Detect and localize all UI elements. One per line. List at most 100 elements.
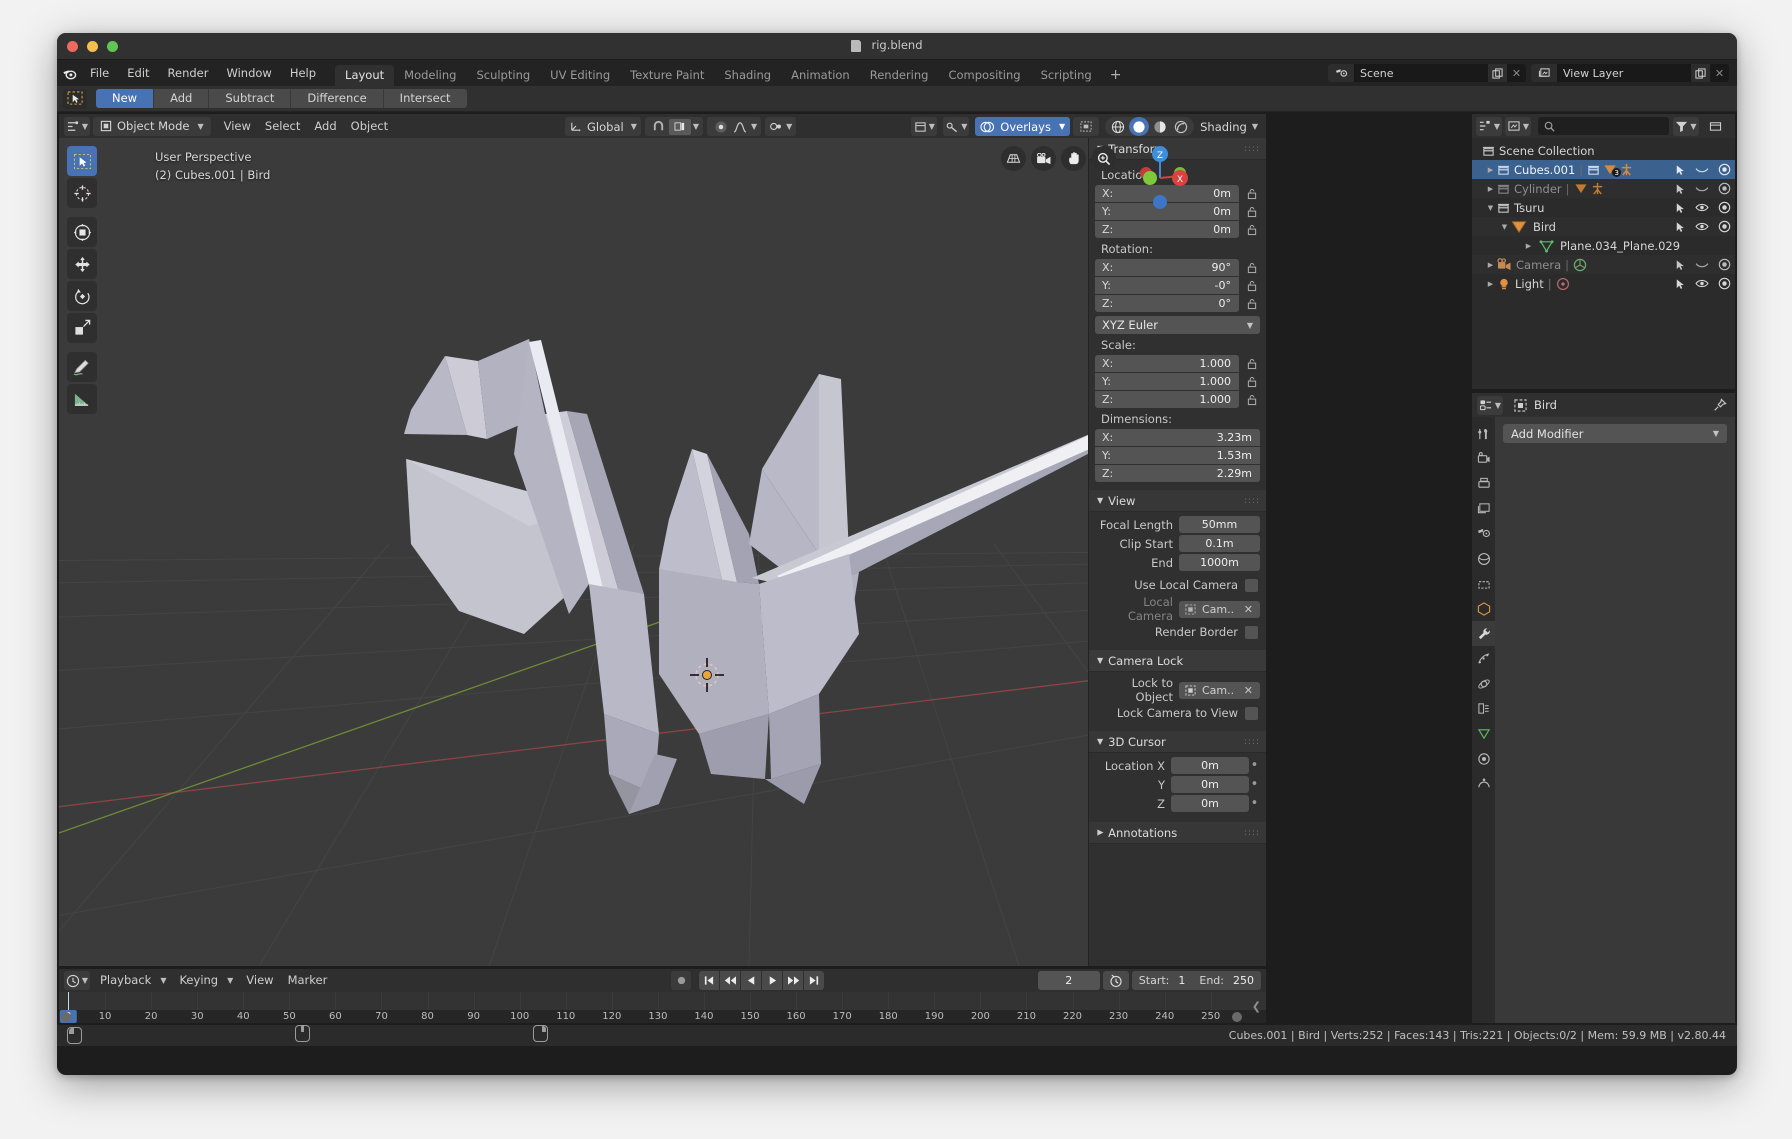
rotate-tool[interactable] bbox=[67, 281, 97, 311]
constraints-tab[interactable] bbox=[1472, 696, 1495, 721]
shading-wireframe-icon[interactable] bbox=[1108, 117, 1128, 136]
jump-to-prev-keyframe-icon[interactable] bbox=[720, 971, 740, 990]
lock-scale-x-icon[interactable] bbox=[1243, 355, 1260, 372]
data-tab[interactable] bbox=[1472, 721, 1495, 746]
drag-handle-icon[interactable]: :::: bbox=[1244, 144, 1260, 154]
snap-to-increment-icon[interactable] bbox=[668, 118, 691, 135]
clear-local-camera-icon[interactable]: ✕ bbox=[1244, 603, 1256, 616]
selectable-icon[interactable] bbox=[1674, 221, 1686, 233]
annotations-section-header[interactable]: ▼ Annotations :::: bbox=[1089, 822, 1266, 844]
lock-rotation-z-icon[interactable] bbox=[1243, 295, 1260, 312]
toggle-orthographic-icon[interactable] bbox=[1001, 146, 1026, 171]
viewport-menu-object[interactable]: Object bbox=[344, 117, 395, 136]
tab-scripting[interactable]: Scripting bbox=[1031, 65, 1102, 86]
expand-collapse-icon[interactable]: ▼ bbox=[1484, 204, 1497, 212]
viewport-menu-select[interactable]: Select bbox=[258, 117, 307, 136]
lock-location-z-icon[interactable] bbox=[1243, 221, 1260, 238]
bool-intersect-button[interactable]: Intersect bbox=[383, 89, 467, 108]
measure-tool[interactable] bbox=[67, 384, 97, 414]
record-icon[interactable] bbox=[671, 971, 691, 990]
outliner-row-plane-data[interactable]: ▶ Plane.034_Plane.029 bbox=[1472, 236, 1735, 255]
outliner-new-collection-icon[interactable] bbox=[1702, 117, 1728, 136]
timeline-menu-marker[interactable]: Marker bbox=[281, 971, 335, 990]
dimension-x-field[interactable]: X: 3.23m bbox=[1095, 429, 1260, 446]
auto-keying-icon[interactable] bbox=[1102, 971, 1129, 990]
selectable-icon[interactable] bbox=[1674, 202, 1686, 214]
render-tab[interactable] bbox=[1472, 446, 1495, 471]
tab-rendering[interactable]: Rendering bbox=[860, 65, 939, 86]
clip-end-value[interactable]: 1000m bbox=[1179, 554, 1260, 571]
bool-add-button[interactable]: Add bbox=[154, 89, 210, 108]
3d-viewport[interactable]: ▼ Object Mode ▼ View Select Add Object G… bbox=[59, 114, 1266, 966]
scene-selector[interactable]: Scene ✕ bbox=[1328, 64, 1526, 82]
timeline-menu-playback[interactable]: Playback bbox=[93, 971, 158, 990]
lock-scale-y-icon[interactable] bbox=[1243, 373, 1260, 390]
proportional-edit-icon[interactable] bbox=[711, 120, 731, 134]
rotation-z-field[interactable]: Z: 0° bbox=[1095, 295, 1239, 312]
tab-shading[interactable]: Shading bbox=[714, 65, 781, 86]
shading-popover[interactable]: Shading ▼ bbox=[1197, 117, 1261, 136]
chevron-down-icon[interactable]: ▼ bbox=[693, 122, 699, 131]
use-local-camera-checkbox[interactable] bbox=[1245, 578, 1258, 592]
modifier-tab[interactable] bbox=[1472, 621, 1495, 646]
expand-collapse-icon[interactable]: ▶ bbox=[1484, 261, 1497, 269]
current-frame-field[interactable]: 2 bbox=[1037, 971, 1100, 990]
disable-in-render-icon[interactable] bbox=[1718, 182, 1731, 195]
timeline-menu-view[interactable]: View bbox=[239, 971, 280, 990]
magnet-icon[interactable] bbox=[649, 120, 669, 133]
location-z-field[interactable]: Z: 0m bbox=[1095, 221, 1239, 238]
viewport-gizmo-toggle-icon[interactable]: ▼ bbox=[943, 117, 970, 136]
selectable-icon[interactable] bbox=[1674, 259, 1686, 271]
camera-view-icon[interactable] bbox=[1031, 146, 1056, 171]
timeline-scroll-handle-right[interactable] bbox=[1232, 1012, 1242, 1022]
lock-rotation-y-icon[interactable] bbox=[1243, 277, 1260, 294]
bool-subtract-button[interactable]: Subtract bbox=[209, 89, 292, 108]
cursor-x-value[interactable]: 0m bbox=[1171, 757, 1249, 774]
play-icon[interactable] bbox=[762, 971, 782, 990]
box-select-icon[interactable] bbox=[63, 88, 87, 109]
rotation-x-field[interactable]: X: 90° bbox=[1095, 259, 1239, 276]
tab-uv-editing[interactable]: UV Editing bbox=[540, 65, 620, 86]
shading-material-preview-icon[interactable] bbox=[1150, 117, 1170, 136]
clear-lock-object-icon[interactable]: ✕ bbox=[1244, 684, 1256, 697]
outliner-row-camera[interactable]: ▶ Camera | bbox=[1472, 255, 1735, 274]
outliner-row-cubes-001[interactable]: ▶ Cubes.001 | 3 bbox=[1472, 160, 1735, 179]
view-layer-unlink-icon[interactable]: ✕ bbox=[1710, 64, 1729, 82]
timeline-scroll-handle-left[interactable] bbox=[61, 1012, 71, 1022]
cursor-z-animate-icon[interactable]: • bbox=[1249, 796, 1260, 811]
chevron-down-icon[interactable]: ▼ bbox=[751, 122, 757, 131]
hide-in-viewport-icon[interactable] bbox=[1695, 165, 1709, 175]
hide-in-viewport-icon[interactable] bbox=[1695, 184, 1709, 194]
jump-to-end-icon[interactable] bbox=[804, 971, 824, 990]
falloff-curve-icon[interactable] bbox=[731, 121, 749, 133]
transform-pivot-selector[interactable]: ▼ bbox=[765, 117, 797, 136]
cursor-y-value[interactable]: 0m bbox=[1171, 776, 1249, 793]
menu-render[interactable]: Render bbox=[159, 60, 218, 86]
move-gizmo-tool[interactable] bbox=[67, 217, 97, 247]
menu-edit[interactable]: Edit bbox=[118, 60, 158, 86]
tweak-select-box-tool[interactable] bbox=[67, 146, 97, 176]
outliner-row-tsuru[interactable]: ▼ Tsuru bbox=[1472, 198, 1735, 217]
scale-x-field[interactable]: X: 1.000 bbox=[1095, 355, 1239, 372]
lock-scale-z-icon[interactable] bbox=[1243, 391, 1260, 408]
camera-lock-section-header[interactable]: ▼ Camera Lock bbox=[1089, 650, 1266, 672]
cursor-section-header[interactable]: ▼ 3D Cursor :::: bbox=[1089, 731, 1266, 753]
texture-tab[interactable] bbox=[1472, 771, 1495, 796]
hide-in-viewport-icon[interactable] bbox=[1695, 260, 1709, 270]
tab-modeling[interactable]: Modeling bbox=[394, 65, 466, 86]
properties-editor-type-icon[interactable]: ▼ bbox=[1477, 395, 1503, 415]
timeline-track[interactable]: 2 ❮ 102030405060708090100110120130140150… bbox=[59, 992, 1266, 1023]
focal-length-value[interactable]: 50mm bbox=[1179, 516, 1260, 533]
viewport-object-type-visibility-icon[interactable]: ▼ bbox=[911, 117, 938, 136]
hide-in-viewport-icon[interactable] bbox=[1695, 202, 1709, 213]
lock-location-x-icon[interactable] bbox=[1243, 185, 1260, 202]
scale-tool[interactable] bbox=[67, 313, 97, 343]
local-camera-field[interactable]: Cam.. ✕ bbox=[1179, 600, 1260, 618]
rotation-mode-selector[interactable]: XYZ Euler ▼ bbox=[1095, 316, 1260, 334]
lock-to-object-field[interactable]: Cam.. ✕ bbox=[1179, 681, 1260, 699]
physics-tab[interactable] bbox=[1472, 671, 1495, 696]
disable-in-render-icon[interactable] bbox=[1718, 220, 1731, 233]
view-axis-gizmo[interactable]: Z X bbox=[1124, 142, 1196, 214]
expand-collapse-icon[interactable]: ▼ bbox=[1498, 223, 1511, 231]
timeline-menu-keying[interactable]: Keying bbox=[172, 971, 225, 990]
